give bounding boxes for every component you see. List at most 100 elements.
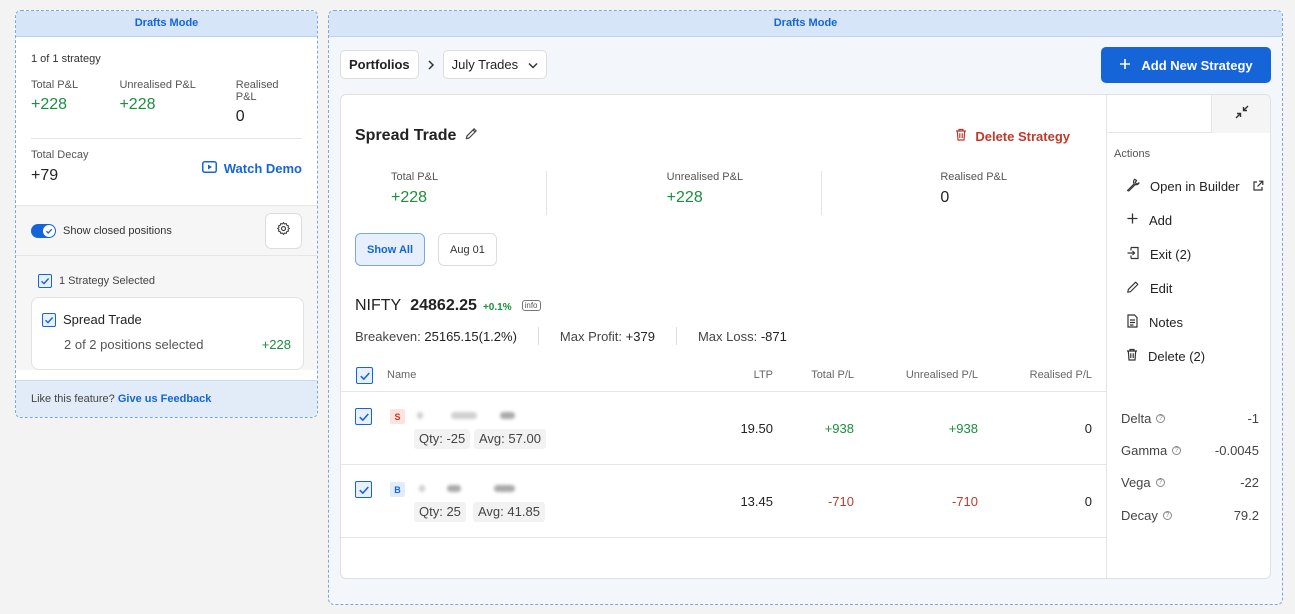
pencil-icon	[1126, 280, 1140, 297]
gear-icon	[276, 221, 291, 241]
select-all-strategies-checkbox[interactable]	[38, 274, 52, 288]
exit-action[interactable]: Exit (2)	[1126, 246, 1191, 263]
sell-badge: S	[390, 409, 405, 424]
strategy-metrics-row: Breakeven: 25165.15(1.2%) Max Profit: +3…	[355, 327, 787, 345]
collapse-arrows-icon	[1235, 105, 1249, 124]
breadcrumb: Portfolios July Trades	[340, 50, 548, 79]
breakeven-metric: Breakeven: 25165.15(1.2%)	[355, 329, 517, 344]
underlying-price: 24862.25	[410, 297, 477, 314]
strategy-total-pnl-label: Total P&L	[391, 171, 439, 183]
position-realised-pl: 0	[1084, 494, 1092, 509]
greek-decay-label: Decay	[1121, 508, 1158, 523]
expiry-filter-row: Show All Aug 01	[355, 233, 497, 266]
open-in-builder-action[interactable]: Open in Builder	[1126, 178, 1240, 195]
help-icon[interactable]: ?	[1156, 414, 1166, 423]
add-action[interactable]: Add	[1126, 212, 1172, 228]
show-closed-positions-toggle[interactable]	[31, 223, 56, 238]
help-icon[interactable]: ?	[1162, 511, 1172, 520]
table-row[interactable]: B Qty: 25 Avg: 41.85 13.45 -710 -710 0	[341, 465, 1106, 538]
strategy-selected-label: 1 Strategy Selected	[59, 275, 156, 287]
select-all-positions-checkbox[interactable]	[356, 367, 373, 384]
breadcrumb-portfolios[interactable]: Portfolios	[340, 50, 419, 79]
greek-gamma-label: Gamma	[1121, 443, 1168, 458]
buy-badge: B	[390, 482, 405, 497]
position-avg: Avg: 57.00	[474, 429, 546, 449]
open-in-builder-label: Open in Builder	[1150, 179, 1240, 194]
position-qty: Qty: -25	[414, 429, 471, 449]
strategy-realised-pnl-label: Realised P&L	[940, 171, 1007, 183]
add-new-strategy-label: Add New Strategy	[1141, 57, 1253, 73]
strategy-card[interactable]: Spread Trade 2 of 2 positions selected +…	[31, 297, 304, 370]
breakeven-value: 25165.15(1.2%)	[424, 328, 517, 344]
unrealised-pnl-value: +228	[119, 96, 156, 113]
show-closed-positions-label: Show closed positions	[63, 224, 172, 237]
breakeven-label: Breakeven:	[355, 328, 421, 344]
help-icon[interactable]: ?	[1172, 446, 1182, 455]
wrench-icon	[1126, 178, 1140, 195]
realised-pnl-label: Realised P&L	[235, 79, 279, 103]
portfolio-selector-dropdown[interactable]: July Trades	[442, 50, 548, 79]
positions-table: Name LTP Total P/L Unrealised P/L Realis…	[341, 359, 1106, 538]
position-checkbox[interactable]	[355, 408, 372, 425]
greek-vega-label: Vega	[1121, 475, 1151, 490]
delete-label: Delete (2)	[1148, 348, 1206, 364]
max-profit-metric: Max Profit: +379	[560, 329, 655, 344]
strategy-card-name: Spread Trade	[63, 312, 142, 327]
add-label: Add	[1149, 212, 1173, 228]
help-icon[interactable]: ?	[1155, 478, 1165, 487]
table-row[interactable]: S Qty: -25 Avg: 57.00 19.50 +938 +938 0	[341, 392, 1106, 465]
total-pnl-label: Total P&L	[31, 79, 79, 91]
position-ltp: 13.45	[740, 494, 773, 509]
strategy-card-details: 2 of 2 positions selected +228	[42, 337, 291, 352]
trash-icon	[955, 128, 967, 144]
notes-label: Notes	[1149, 315, 1183, 330]
info-tag[interactable]: info	[521, 300, 541, 311]
greek-decay-value: 79.2	[1233, 508, 1259, 523]
strategy-title: Spread Trade	[355, 127, 457, 144]
underlying-name: NIFTY	[355, 297, 402, 314]
chevron-down-icon	[528, 57, 538, 72]
realised-pnl-value: 0	[235, 108, 245, 125]
strategy-total-pnl: Total P&L +228	[355, 171, 547, 215]
strategy-unrealised-pnl-value: +228	[666, 189, 703, 206]
actions-header	[1107, 95, 1270, 133]
total-decay-label: Total Decay	[31, 149, 89, 161]
delete-action[interactable]: Delete (2)	[1126, 348, 1205, 364]
edit-action[interactable]: Edit	[1126, 280, 1172, 297]
redacted-instrument-name	[451, 412, 477, 419]
strategy-total-pnl-value: +228	[391, 189, 428, 206]
external-link-icon[interactable]	[1252, 179, 1264, 197]
delete-strategy-label: Delete Strategy	[975, 128, 1070, 144]
delete-strategy-button[interactable]: Delete Strategy	[955, 128, 1070, 144]
plus-icon	[1119, 58, 1131, 73]
divider	[31, 138, 302, 139]
drafts-mode-banner: Drafts Mode	[16, 11, 317, 37]
drafts-mode-banner-main: Drafts Mode	[329, 11, 1282, 37]
total-decay-value: +79	[31, 167, 59, 184]
strategy-checkbox[interactable]	[42, 312, 56, 327]
greek-gamma: Gamma? -0.0045	[1121, 443, 1259, 458]
filter-show-all[interactable]: Show All	[355, 233, 426, 266]
selection-section: Show closed positions 1 Strategy Selecte…	[16, 205, 317, 370]
trash-icon	[1126, 348, 1138, 364]
add-new-strategy-button[interactable]: Add New Strategy	[1101, 47, 1271, 83]
total-pnl: Total P&L +228	[31, 79, 119, 126]
settings-button[interactable]	[265, 212, 302, 249]
decay-row: Total Decay +79 Watch Demo	[31, 149, 302, 205]
watch-demo-link[interactable]: Watch Demo	[201, 161, 302, 176]
closed-positions-toggle-group: Show closed positions	[31, 223, 172, 238]
give-feedback-link[interactable]: Give us Feedback	[118, 393, 212, 405]
redacted-instrument-name	[417, 412, 423, 419]
strategy-content: Spread Trade Delete Strategy Total P&L +…	[341, 95, 1106, 578]
notes-action[interactable]: Notes	[1126, 314, 1183, 331]
position-checkbox[interactable]	[355, 481, 372, 498]
closed-positions-row: Show closed positions	[16, 206, 317, 256]
strategy-count: 1 of 1 strategy	[31, 53, 101, 65]
collapse-button[interactable]	[1211, 95, 1270, 133]
edit-title-pencil-icon[interactable]	[464, 126, 479, 146]
chevron-right-icon	[427, 57, 435, 73]
actions-label: Actions	[1114, 148, 1151, 160]
position-total-pl: +938	[824, 421, 854, 436]
filter-expiry-date[interactable]: Aug 01	[438, 233, 497, 266]
greek-decay: Decay? 79.2	[1121, 508, 1259, 523]
